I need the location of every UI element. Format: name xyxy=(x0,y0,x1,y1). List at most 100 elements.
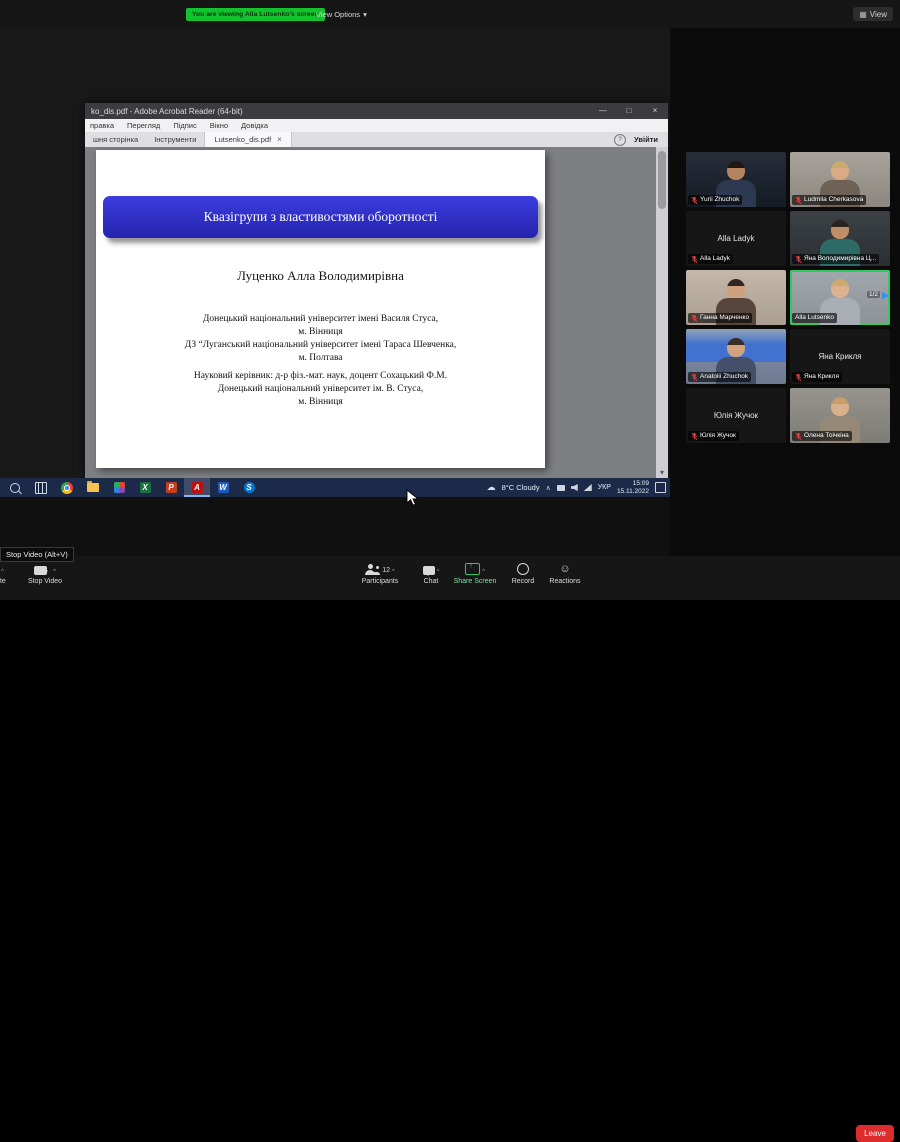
acrobat-title-bar[interactable]: ko_dis.pdf - Adobe Acrobat Reader (64-bi… xyxy=(85,103,668,119)
clock[interactable]: 15:09 15.11.2022 xyxy=(617,480,649,496)
chevron-up-icon[interactable]: ^ xyxy=(53,569,56,575)
mute-button[interactable]: ^ Mute xyxy=(0,562,18,585)
stop-video-button[interactable]: ^ Stop Video xyxy=(20,562,70,585)
acrobat-icon[interactable] xyxy=(184,478,210,497)
participant-name-label: Alla Ladyk xyxy=(688,254,733,264)
chevron-up-icon[interactable]: ^ xyxy=(437,569,440,575)
tab-document[interactable]: Lutsenko_dis.pdf × xyxy=(204,132,291,147)
network-icon[interactable] xyxy=(584,484,592,491)
help-icon[interactable]: ? xyxy=(614,134,626,146)
close-button[interactable]: × xyxy=(642,103,668,119)
view-options-button[interactable]: View Options ▾ xyxy=(316,8,367,21)
shared-screen-area: ko_dis.pdf - Adobe Acrobat Reader (64-bi… xyxy=(0,28,670,497)
chat-button[interactable]: ^ Chat xyxy=(412,562,450,585)
chrome-icon[interactable] xyxy=(54,478,80,497)
language-indicator[interactable]: УКР xyxy=(598,484,611,491)
time-text: 15:09 xyxy=(617,480,649,488)
powerpoint-icon[interactable] xyxy=(158,478,184,497)
menu-item-edit[interactable]: правка xyxy=(90,121,114,130)
close-tab-icon[interactable]: × xyxy=(277,135,282,144)
muted-mic-icon xyxy=(795,255,802,264)
participant-name: Anatolii Zhuchok xyxy=(700,372,748,382)
supervisor-line: Науковий керівник: д-р фіз.-мат. наук, д… xyxy=(96,370,545,383)
participant-tile[interactable]: Alla Ladyk Alla Ladyk xyxy=(686,211,786,266)
affiliation-line: ДЗ “Луганський національний університет … xyxy=(96,339,545,352)
leave-button[interactable]: Leave xyxy=(856,1125,894,1142)
task-view-icon[interactable] xyxy=(28,478,54,497)
scroll-down-icon[interactable]: ▾ xyxy=(656,468,668,477)
word-glyph-icon xyxy=(218,482,229,493)
record-button[interactable]: Record xyxy=(504,562,542,585)
participant-name: Alla Ladyk xyxy=(700,254,730,264)
document-area[interactable]: Квазігрупи з властивостями оборотності Л… xyxy=(85,147,656,478)
scrollbar[interactable]: ▾ xyxy=(656,147,668,478)
scrollbar-thumb[interactable] xyxy=(658,151,666,209)
photos-glyph-icon xyxy=(114,482,125,493)
reactions-icon: ☺ xyxy=(559,564,570,575)
stop-video-label: Stop Video xyxy=(28,578,62,585)
menu-item-sign[interactable]: Підпис xyxy=(173,121,196,130)
affiliation-line: Донецький національний університет імені… xyxy=(96,313,545,326)
participants-button[interactable]: 12^ Participants xyxy=(350,562,410,585)
share-screen-label: Share Screen xyxy=(454,578,497,585)
camera-tray-icon[interactable] xyxy=(557,485,565,491)
participant-tile[interactable]: Яна Володимирівна Ц... xyxy=(790,211,890,266)
affiliation-block: Донецький національний університет імені… xyxy=(96,313,545,365)
screen-share-banner: You are viewing Alla Lutsenko's screen xyxy=(186,8,325,21)
chevron-up-icon[interactable]: ^ xyxy=(482,569,485,575)
chevron-up-icon[interactable]: ^ xyxy=(1,569,4,575)
menu-item-help[interactable]: Довідка xyxy=(241,121,268,130)
participant-tile[interactable]: Яна Крикля Яна Крикля xyxy=(790,329,890,384)
participant-tile[interactable]: Anatolii Zhuchok xyxy=(686,329,786,384)
mute-label: Mute xyxy=(0,578,6,585)
participant-tile[interactable]: Олена Тоічкіна xyxy=(790,388,890,443)
share-screen-icon xyxy=(465,563,480,575)
participant-name: Юлія Жучок xyxy=(700,431,736,441)
participant-display-name: Юлія Жучок xyxy=(686,410,786,419)
menu-item-view[interactable]: Перегляд xyxy=(127,121,160,130)
file-explorer-icon[interactable] xyxy=(80,478,106,497)
sign-in-button[interactable]: Увійти xyxy=(634,135,658,144)
minimize-button[interactable]: — xyxy=(590,103,616,119)
hidden-icons-chevron[interactable]: ∧ xyxy=(546,484,551,492)
speaker-icon[interactable] xyxy=(571,484,578,491)
action-center-icon[interactable] xyxy=(655,482,666,493)
chevron-up-icon[interactable]: ^ xyxy=(392,569,395,575)
skype-glyph-icon xyxy=(244,482,255,493)
next-videos-icon[interactable]: ▶ xyxy=(882,290,889,301)
muted-mic-icon xyxy=(795,196,802,205)
camera-icon xyxy=(34,566,47,575)
window-controls: — □ × xyxy=(590,103,668,119)
tab-home[interactable]: шня сторінка xyxy=(85,132,146,147)
menu-item-window[interactable]: Вікно xyxy=(210,121,228,130)
taskbar-tray: ☁ 8°C Cloudy ∧ УКР 15:09 15.11.2022 xyxy=(487,478,666,497)
view-button[interactable]: ▦ View xyxy=(853,7,893,21)
slide-title-banner: Квазігрупи з властивостями оборотності xyxy=(103,196,538,238)
skype-icon[interactable] xyxy=(236,478,262,497)
excel-icon[interactable] xyxy=(132,478,158,497)
mouse-cursor xyxy=(406,489,420,507)
weather-text[interactable]: 8°C Cloudy xyxy=(502,483,540,492)
record-icon xyxy=(517,563,529,575)
tab-tools[interactable]: Інструменти xyxy=(146,132,204,147)
photos-icon[interactable] xyxy=(106,478,132,497)
word-icon[interactable] xyxy=(210,478,236,497)
participant-tile[interactable]: Yurii Zhuchok xyxy=(686,152,786,207)
slide-title: Квазігрупи з властивостями оборотності xyxy=(204,209,438,225)
maximize-button[interactable]: □ xyxy=(616,103,642,119)
search-icon[interactable] xyxy=(2,478,28,497)
video-page-indicator: 1/2 xyxy=(867,291,880,298)
participant-name: Яна Володимирівна Ц... xyxy=(804,254,876,264)
participant-tile[interactable]: Ганна Марченко xyxy=(686,270,786,325)
participant-tile[interactable]: Юлія Жучок Юлія Жучок xyxy=(686,388,786,443)
participants-count: 12 xyxy=(382,567,390,575)
participant-tile[interactable]: Ludmila Cherkasova xyxy=(790,152,890,207)
stop-video-tooltip: Stop Video (Alt+V) xyxy=(0,547,74,562)
share-screen-button[interactable]: ^ Share Screen xyxy=(448,562,502,585)
participant-tile-active-speaker[interactable]: 1/2 ▶ Alla Lutsenko xyxy=(790,270,890,325)
participant-name-label: Alla Lutsenko xyxy=(792,313,837,323)
view-button-label: View xyxy=(870,10,887,19)
participant-name: Yurii Zhuchok xyxy=(700,195,739,205)
record-label: Record xyxy=(512,578,535,585)
reactions-button[interactable]: ☺ Reactions xyxy=(542,562,588,585)
